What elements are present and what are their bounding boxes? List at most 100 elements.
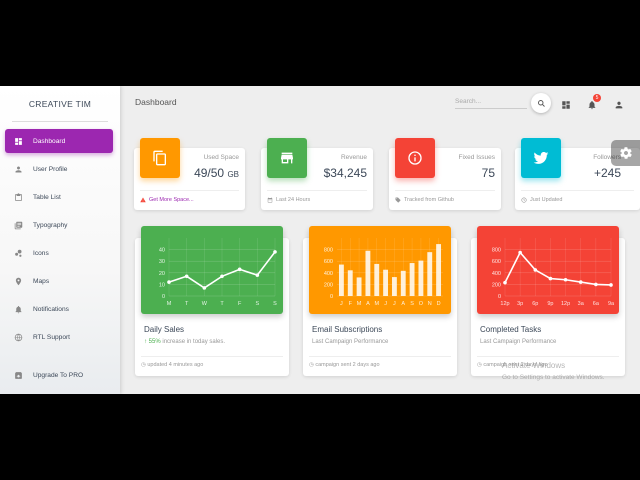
sidebar-item-notifications[interactable]: Notifications bbox=[5, 297, 113, 321]
x-tick-label: J bbox=[384, 301, 387, 307]
sidebar-item-label: Upgrade To PRO bbox=[33, 371, 84, 379]
search-button[interactable] bbox=[531, 93, 551, 113]
stat-label: Fixed Issues bbox=[458, 154, 496, 161]
stat-footer: Last 24 Hours bbox=[267, 190, 367, 203]
y-tick-label: 0 bbox=[330, 294, 333, 300]
data-point bbox=[594, 282, 598, 287]
sidebar-item-rtl-support[interactable]: RTL Support bbox=[5, 325, 113, 349]
x-tick-label: O bbox=[419, 301, 424, 307]
x-tick-label: T bbox=[220, 301, 224, 307]
chart-title: Email Subscriptions bbox=[312, 325, 383, 334]
brand-logo-text[interactable]: CREATIVE TIM bbox=[0, 86, 120, 122]
sidebar-item-label: Table List bbox=[33, 193, 61, 201]
bar bbox=[338, 264, 344, 296]
twitter-icon bbox=[521, 138, 561, 178]
x-tick-label: 3p bbox=[517, 301, 523, 307]
sidebar-item-table-list[interactable]: Table List bbox=[5, 185, 113, 209]
update-icon bbox=[521, 197, 527, 203]
y-tick-label: 40 bbox=[159, 248, 165, 254]
get-more-space-link[interactable]: Get More Space... bbox=[149, 197, 194, 203]
content-copy-icon bbox=[140, 138, 180, 178]
data-point bbox=[237, 267, 242, 272]
chart-footer: ◷ campaign sent 2 days ago bbox=[309, 356, 451, 368]
x-tick-label: A bbox=[366, 301, 370, 307]
stat-footer-text: Just Updated bbox=[530, 197, 563, 203]
x-tick-label: 12p bbox=[500, 301, 509, 307]
person-icon[interactable] bbox=[614, 97, 624, 109]
stat-value: 49/50 GB bbox=[194, 166, 239, 180]
unarchive-icon bbox=[14, 371, 23, 380]
x-tick-label: A bbox=[401, 301, 405, 307]
data-point bbox=[167, 280, 171, 284]
sidebar-item-dashboard[interactable]: Dashboard bbox=[5, 129, 113, 153]
data-point bbox=[518, 250, 522, 255]
notification-badge: 5 bbox=[593, 94, 601, 102]
data-point bbox=[273, 250, 277, 254]
stat-value: 75 bbox=[481, 166, 495, 180]
chart-subtitle: Last Campaign Performance bbox=[480, 339, 557, 345]
date-range-icon bbox=[267, 197, 273, 203]
x-tick-label: F bbox=[349, 301, 353, 307]
dashboard-window: CREATIVE TIM Dashboard User Profile Tabl… bbox=[0, 86, 640, 394]
stat-card-used-space: Used Space 49/50 GB Get More Space... bbox=[134, 138, 245, 210]
stat-label: Revenue bbox=[340, 154, 367, 161]
data-point bbox=[578, 280, 583, 284]
x-tick-label: 6a bbox=[593, 301, 600, 307]
store-icon bbox=[267, 138, 307, 178]
local-offer-icon bbox=[395, 197, 401, 203]
warning-icon bbox=[140, 197, 146, 203]
dashboard-icon[interactable] bbox=[561, 97, 571, 109]
sidebar: CREATIVE TIM Dashboard User Profile Tabl… bbox=[0, 86, 120, 394]
info-outline-icon bbox=[395, 138, 435, 178]
sidebar-item-maps[interactable]: Maps bbox=[5, 269, 113, 293]
stat-footer: Tracked from Github bbox=[395, 190, 495, 203]
bar bbox=[436, 244, 442, 296]
search-input[interactable]: Search... bbox=[455, 95, 527, 109]
x-tick-label: 9a bbox=[608, 301, 615, 307]
bar bbox=[383, 269, 389, 296]
data-point bbox=[533, 268, 538, 272]
dashboard-icon bbox=[14, 137, 23, 146]
library-books-icon bbox=[14, 221, 23, 230]
bar bbox=[418, 260, 424, 296]
brand-divider bbox=[12, 121, 108, 122]
x-tick-label: S bbox=[255, 301, 259, 307]
person-icon bbox=[14, 165, 23, 174]
x-tick-label: N bbox=[428, 301, 432, 307]
chart-subtitle: ↑ 55% increase in today sales. bbox=[144, 339, 226, 345]
stat-label: Used Space bbox=[203, 154, 239, 161]
y-tick-label: 10 bbox=[159, 282, 165, 288]
y-tick-label: 200 bbox=[324, 282, 333, 288]
x-tick-label: M bbox=[374, 301, 379, 307]
data-point bbox=[548, 276, 553, 281]
y-tick-label: 400 bbox=[492, 271, 501, 277]
sidebar-item-icons[interactable]: Icons bbox=[5, 241, 113, 265]
x-tick-label: J bbox=[393, 301, 396, 307]
x-tick-label: J bbox=[340, 301, 343, 307]
bubble-chart-icon bbox=[14, 249, 23, 258]
settings-button[interactable] bbox=[611, 140, 640, 166]
y-tick-label: 600 bbox=[492, 259, 501, 265]
sidebar-item-user-profile[interactable]: User Profile bbox=[5, 157, 113, 181]
sidebar-item-label: Notifications bbox=[33, 305, 69, 313]
bar bbox=[365, 250, 371, 296]
sidebar-item-label: Dashboard bbox=[33, 137, 66, 145]
page-title[interactable]: Dashboard bbox=[135, 97, 177, 107]
data-point bbox=[609, 283, 613, 287]
y-tick-label: 800 bbox=[324, 248, 333, 254]
sidebar-item-label: User Profile bbox=[33, 165, 68, 173]
x-tick-label: F bbox=[238, 301, 242, 307]
y-tick-label: 30 bbox=[159, 259, 165, 265]
stat-card-fixed-issues: Fixed Issues 75 Tracked from Github bbox=[389, 138, 501, 210]
stat-footer: Get More Space... bbox=[140, 190, 239, 203]
watermark-line2: Go to Settings to activate Windows. bbox=[502, 374, 605, 381]
x-tick-label: 12p bbox=[561, 301, 570, 307]
data-point bbox=[563, 277, 568, 282]
sidebar-item-typography[interactable]: Typography bbox=[5, 213, 113, 237]
sidebar-item-label: Maps bbox=[33, 277, 50, 285]
sidebar-item-upgrade[interactable]: Upgrade To PRO bbox=[5, 363, 113, 387]
stat-footer-text: Tracked from Github bbox=[404, 197, 454, 203]
bar bbox=[356, 277, 362, 296]
daily-sales-chart: 0 10 20 30 40 M T W T F S S bbox=[141, 226, 283, 314]
data-point bbox=[220, 274, 224, 279]
